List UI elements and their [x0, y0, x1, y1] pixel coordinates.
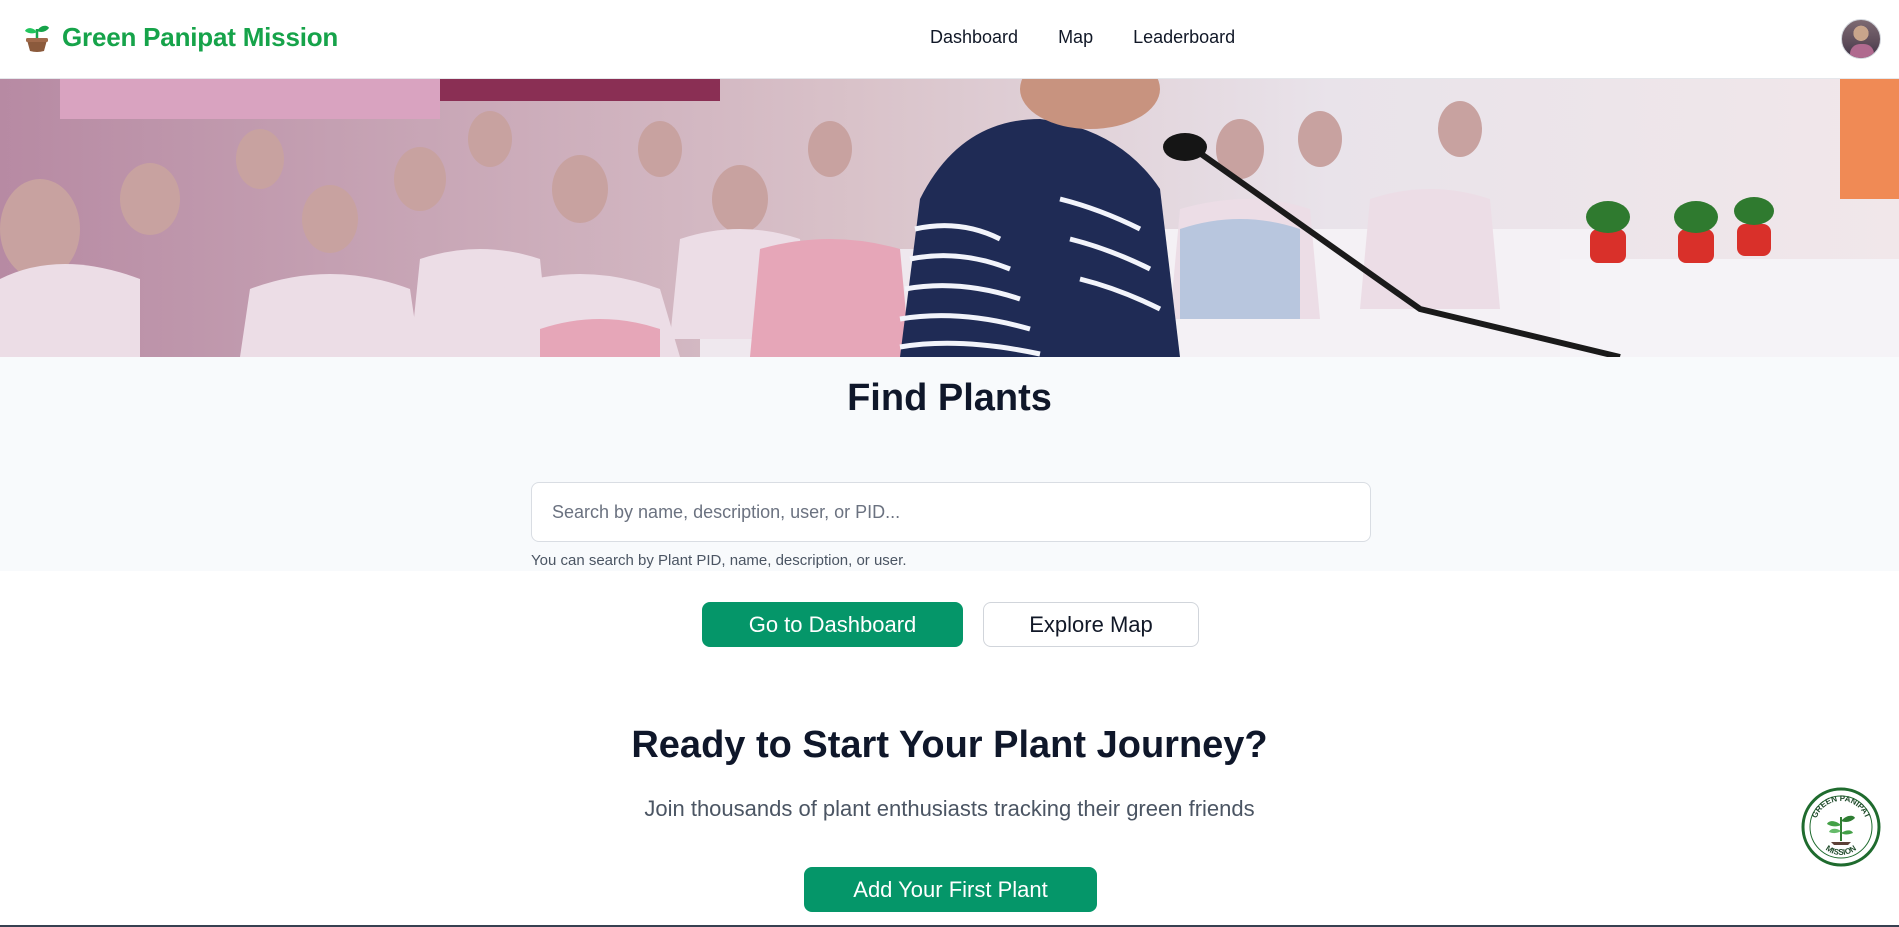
brand-link[interactable]: Green Panipat Mission [24, 22, 338, 53]
hero-image [0, 79, 1899, 357]
search-section: Find Plants You can search by Plant PID,… [0, 357, 1899, 571]
explore-map-button[interactable]: Explore Map [983, 602, 1199, 647]
user-avatar[interactable] [1841, 19, 1881, 59]
cta-subtitle: Join thousands of plant enthusiasts trac… [644, 796, 1255, 821]
mission-badge-icon: GREEN PANIPAT MISSION [1801, 787, 1881, 867]
avatar-figure [1850, 44, 1874, 58]
add-first-plant-button[interactable]: Add Your First Plant [804, 867, 1097, 912]
main-nav: Dashboard Map Leaderboard [930, 27, 1235, 48]
find-plants-title: Find Plants [847, 377, 1052, 419]
event-audience-photo [0, 79, 1899, 357]
sprout-icon [25, 25, 49, 52]
top-navbar: Green Panipat Mission Dashboard Map Lead… [0, 0, 1899, 79]
nav-dashboard[interactable]: Dashboard [930, 27, 1018, 48]
nav-map[interactable]: Map [1058, 27, 1093, 48]
mission-badge[interactable]: GREEN PANIPAT MISSION [1801, 787, 1881, 867]
go-to-dashboard-button[interactable]: Go to Dashboard [702, 602, 963, 647]
nav-leaderboard[interactable]: Leaderboard [1133, 27, 1235, 48]
cta-title: Ready to Start Your Plant Journey? [631, 724, 1268, 766]
brand-name: Green Panipat Mission [62, 22, 339, 52]
search-hint: You can search by Plant PID, name, descr… [531, 552, 907, 569]
search-input[interactable] [531, 482, 1371, 542]
